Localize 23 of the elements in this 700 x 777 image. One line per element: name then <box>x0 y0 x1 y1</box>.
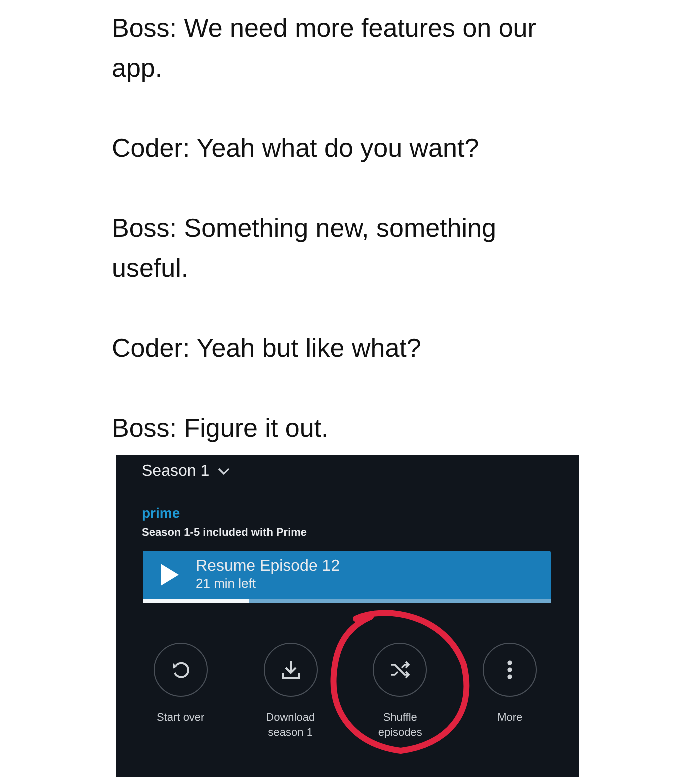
shuffle-icon <box>389 659 412 681</box>
post-text: Coder: Yeah what do you want? <box>112 132 480 165</box>
post-text: Boss: We need more features on our app. <box>112 12 538 85</box>
play-icon <box>160 562 180 586</box>
season-dropdown[interactable]: Season 1 <box>142 463 230 481</box>
resume-title: Resume Episode 12 <box>196 557 340 576</box>
action-label: More <box>496 711 524 726</box>
post-text: Boss: Something new, something useful. <box>112 212 498 285</box>
resume-button[interactable]: Resume Episode 12 21 min left <box>143 551 551 603</box>
included-note: Season 1-5 included with Prime <box>142 527 308 539</box>
brand-label: prime <box>142 505 182 521</box>
action-label: Shuffle episodes <box>377 711 424 741</box>
action-label: Start over <box>156 711 206 726</box>
action-label: Download season 1 <box>265 711 316 741</box>
restart-button[interactable] <box>154 643 208 697</box>
download-button[interactable] <box>264 643 318 697</box>
post-text: Coder: Yeah but like what? <box>112 332 422 365</box>
post-text: Boss: Figure it out. <box>112 412 330 445</box>
download-icon <box>280 659 302 681</box>
chevron-down-icon <box>218 468 230 476</box>
more-icon <box>507 659 514 681</box>
time-left: 21 min left <box>196 576 257 592</box>
shuffle-button[interactable] <box>373 643 428 697</box>
